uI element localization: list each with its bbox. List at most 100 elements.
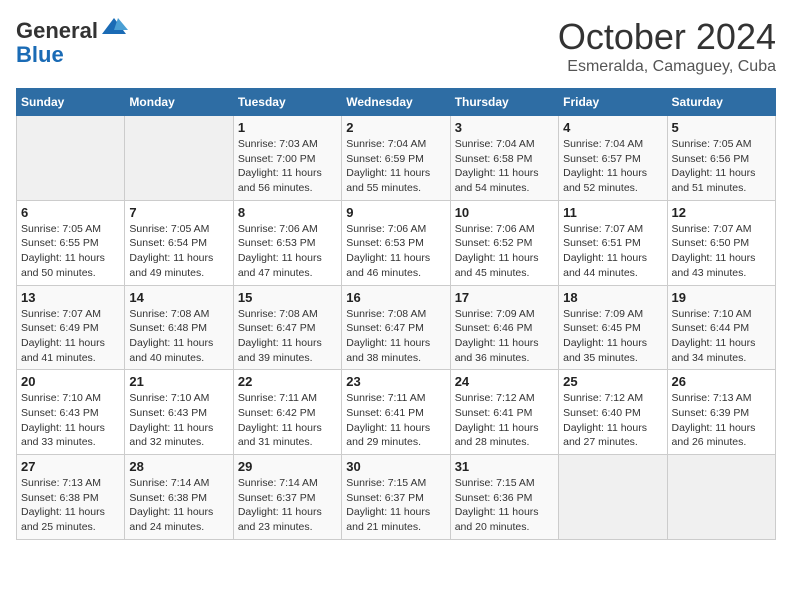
day-number: 26 [672,374,771,389]
day-info: Sunrise: 7:10 AMSunset: 6:43 PMDaylight:… [21,391,120,450]
day-info: Sunrise: 7:13 AMSunset: 6:38 PMDaylight:… [21,476,120,535]
day-info: Sunrise: 7:06 AMSunset: 6:52 PMDaylight:… [455,222,554,281]
month-title: October 2024 [558,16,776,58]
day-info: Sunrise: 7:04 AMSunset: 6:57 PMDaylight:… [563,137,662,196]
day-number: 27 [21,459,120,474]
day-info: Sunrise: 7:05 AMSunset: 6:56 PMDaylight:… [672,137,771,196]
weekday-header-saturday: Saturday [667,89,775,116]
day-number: 19 [672,290,771,305]
calendar-cell [125,116,233,201]
calendar-cell: 8 Sunrise: 7:06 AMSunset: 6:53 PMDaylight… [233,200,341,285]
day-number: 23 [346,374,445,389]
calendar-cell: 24Sunrise: 7:12 AMSunset: 6:41 PMDayligh… [450,370,558,455]
day-info: Sunrise: 7:09 AMSunset: 6:45 PMDaylight:… [563,307,662,366]
calendar-cell: 25Sunrise: 7:12 AMSunset: 6:40 PMDayligh… [559,370,667,455]
day-number: 14 [129,290,228,305]
calendar-cell: 28 Sunrise: 7:14 AMSunset: 6:38 PMDayligh… [125,455,233,540]
calendar-cell: 7Sunrise: 7:05 AMSunset: 6:54 PMDaylight… [125,200,233,285]
calendar-cell: 17 Sunrise: 7:09 AMSunset: 6:46 PMDayligh… [450,285,558,370]
calendar-table: SundayMondayTuesdayWednesdayThursdayFrid… [16,88,776,540]
calendar-cell: 1 Sunrise: 7:03 AMSunset: 7:00 PMDaylight… [233,116,341,201]
day-info: Sunrise: 7:06 AMSunset: 6:53 PMDaylight:… [346,222,445,281]
weekday-header-thursday: Thursday [450,89,558,116]
day-info: Sunrise: 7:14 AMSunset: 6:37 PMDaylight:… [238,476,337,535]
day-info: Sunrise: 7:11 AMSunset: 6:42 PMDaylight:… [238,391,337,450]
day-number: 25 [563,374,662,389]
day-number: 29 [238,459,337,474]
logo: General Blue [16,16,128,67]
day-info: Sunrise: 7:08 AMSunset: 6:47 PMDaylight:… [238,307,337,366]
calendar-cell: 14 Sunrise: 7:08 AMSunset: 6:48 PMDayligh… [125,285,233,370]
day-number: 31 [455,459,554,474]
day-info: Sunrise: 7:14 AMSunset: 6:38 PMDaylight:… [129,476,228,535]
day-number: 3 [455,120,554,135]
calendar-cell: 27 Sunrise: 7:13 AMSunset: 6:38 PMDayligh… [17,455,125,540]
day-number: 24 [455,374,554,389]
calendar-cell: 16 Sunrise: 7:08 AMSunset: 6:47 PMDayligh… [342,285,450,370]
day-info: Sunrise: 7:15 AMSunset: 6:37 PMDaylight:… [346,476,445,535]
day-number: 17 [455,290,554,305]
day-info: Sunrise: 7:07 AMSunset: 6:51 PMDaylight:… [563,222,662,281]
title-block: October 2024 Esmeralda, Camaguey, Cuba [558,16,776,76]
day-info: Sunrise: 7:08 AMSunset: 6:48 PMDaylight:… [129,307,228,366]
day-number: 28 [129,459,228,474]
day-number: 16 [346,290,445,305]
weekday-header-friday: Friday [559,89,667,116]
day-number: 6 [21,205,120,220]
logo-general: General [16,18,98,43]
day-number: 9 [346,205,445,220]
calendar-cell: 10 Sunrise: 7:06 AMSunset: 6:52 PMDayligh… [450,200,558,285]
calendar-cell: 26 Sunrise: 7:13 AMSunset: 6:39 PMDayligh… [667,370,775,455]
day-info: Sunrise: 7:04 AMSunset: 6:58 PMDaylight:… [455,137,554,196]
day-info: Sunrise: 7:08 AMSunset: 6:47 PMDaylight:… [346,307,445,366]
day-number: 21 [129,374,228,389]
calendar-cell: 31 Sunrise: 7:15 AMSunset: 6:36 PMDayligh… [450,455,558,540]
logo-icon [100,16,128,38]
calendar-cell: 19 Sunrise: 7:10 AMSunset: 6:44 PMDayligh… [667,285,775,370]
calendar-cell: 23 Sunrise: 7:11 AMSunset: 6:41 PMDayligh… [342,370,450,455]
day-info: Sunrise: 7:03 AMSunset: 7:00 PMDaylight:… [238,137,337,196]
day-number: 1 [238,120,337,135]
calendar-cell: 4 Sunrise: 7:04 AMSunset: 6:57 PMDaylight… [559,116,667,201]
day-number: 20 [21,374,120,389]
day-info: Sunrise: 7:09 AMSunset: 6:46 PMDaylight:… [455,307,554,366]
weekday-header-wednesday: Wednesday [342,89,450,116]
location: Esmeralda, Camaguey, Cuba [558,58,776,76]
day-info: Sunrise: 7:13 AMSunset: 6:39 PMDaylight:… [672,391,771,450]
day-number: 11 [563,205,662,220]
day-number: 15 [238,290,337,305]
day-info: Sunrise: 7:10 AMSunset: 6:44 PMDaylight:… [672,307,771,366]
day-number: 18 [563,290,662,305]
calendar-cell: 13 Sunrise: 7:07 AMSunset: 6:49 PMDayligh… [17,285,125,370]
calendar-cell: 11 Sunrise: 7:07 AMSunset: 6:51 PMDayligh… [559,200,667,285]
day-info: Sunrise: 7:06 AMSunset: 6:53 PMDaylight:… [238,222,337,281]
day-number: 13 [21,290,120,305]
logo-blue: Blue [16,42,64,67]
weekday-header-monday: Monday [125,89,233,116]
calendar-cell: 20 Sunrise: 7:10 AMSunset: 6:43 PMDayligh… [17,370,125,455]
day-info: Sunrise: 7:07 AMSunset: 6:49 PMDaylight:… [21,307,120,366]
calendar-cell: 12 Sunrise: 7:07 AMSunset: 6:50 PMDayligh… [667,200,775,285]
calendar-cell: 22 Sunrise: 7:11 AMSunset: 6:42 PMDayligh… [233,370,341,455]
day-info: Sunrise: 7:07 AMSunset: 6:50 PMDaylight:… [672,222,771,281]
day-number: 4 [563,120,662,135]
calendar-cell: 2Sunrise: 7:04 AMSunset: 6:59 PMDaylight… [342,116,450,201]
day-info: Sunrise: 7:15 AMSunset: 6:36 PMDaylight:… [455,476,554,535]
calendar-cell: 15 Sunrise: 7:08 AMSunset: 6:47 PMDayligh… [233,285,341,370]
calendar-cell: 30 Sunrise: 7:15 AMSunset: 6:37 PMDayligh… [342,455,450,540]
calendar-cell [559,455,667,540]
day-number: 12 [672,205,771,220]
calendar-cell: 3 Sunrise: 7:04 AMSunset: 6:58 PMDaylight… [450,116,558,201]
calendar-cell: 21Sunrise: 7:10 AMSunset: 6:43 PMDayligh… [125,370,233,455]
day-info: Sunrise: 7:05 AMSunset: 6:55 PMDaylight:… [21,222,120,281]
calendar-cell: 6 Sunrise: 7:05 AMSunset: 6:55 PMDaylight… [17,200,125,285]
day-number: 5 [672,120,771,135]
day-number: 10 [455,205,554,220]
day-number: 30 [346,459,445,474]
calendar-cell [667,455,775,540]
weekday-header-tuesday: Tuesday [233,89,341,116]
day-number: 8 [238,205,337,220]
day-info: Sunrise: 7:11 AMSunset: 6:41 PMDaylight:… [346,391,445,450]
day-number: 22 [238,374,337,389]
calendar-cell: 9 Sunrise: 7:06 AMSunset: 6:53 PMDaylight… [342,200,450,285]
